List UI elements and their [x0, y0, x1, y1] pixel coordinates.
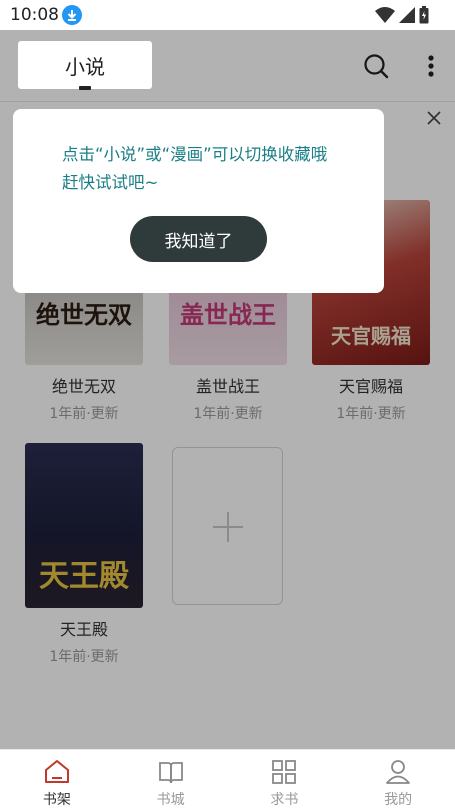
status-time: 10:08 [10, 5, 59, 25]
nav-label: 书城 [156, 792, 185, 808]
nav-item-bookshelf[interactable]: 书架 [0, 750, 114, 809]
got-it-button[interactable]: 我知道了 [130, 216, 267, 262]
bottom-nav: 书架 书城 求书 我的 [0, 749, 455, 809]
nav-item-request[interactable]: 求书 [228, 750, 342, 809]
nav-label: 书架 [42, 792, 71, 808]
nav-item-store[interactable]: 书城 [114, 750, 228, 809]
status-bar: 10:08 [0, 0, 455, 30]
tab-label: 小说 [65, 54, 105, 79]
book-open-icon [157, 758, 185, 786]
signal-icon [399, 7, 415, 27]
user-icon [384, 758, 412, 786]
download-icon [62, 5, 82, 25]
tab-novel[interactable]: 小说 [18, 41, 152, 89]
tooltip-line-1: 点击“小说”或“漫画”可以切换收藏哦 [62, 145, 328, 164]
tooltip-text: 点击“小说”或“漫画”可以切换收藏哦 赶快试试吧~ [62, 141, 352, 197]
grid-icon [270, 758, 298, 786]
tab-indicator [79, 86, 91, 90]
wifi-icon [375, 7, 395, 27]
nav-item-profile[interactable]: 我的 [341, 750, 455, 809]
nav-label: 我的 [384, 792, 413, 808]
home-icon [43, 758, 71, 786]
battery-icon [419, 6, 429, 28]
tooltip-line-2: 赶快试试吧~ [62, 173, 159, 192]
tooltip-dialog: 点击“小说”或“漫画”可以切换收藏哦 赶快试试吧~ 我知道了 [13, 109, 384, 293]
nav-label: 求书 [270, 792, 299, 808]
